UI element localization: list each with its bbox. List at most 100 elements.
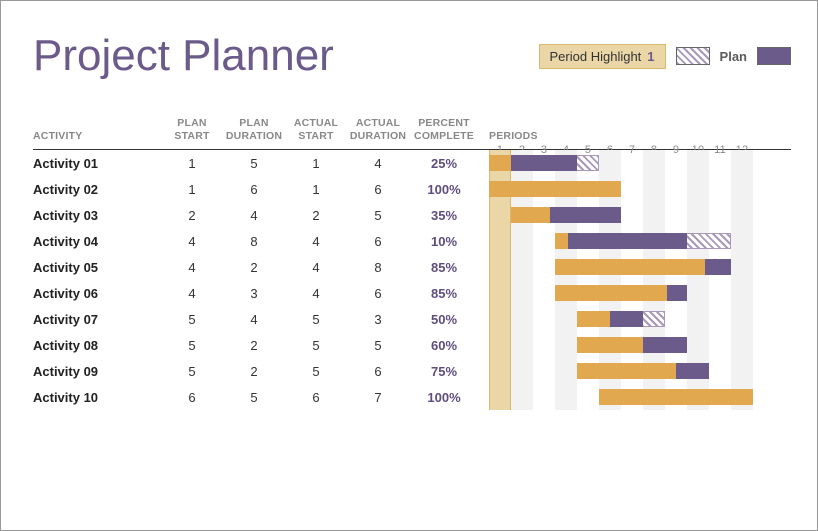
percent-complete: 100%	[411, 390, 477, 405]
percent-complete: 35%	[411, 208, 477, 223]
complete-bar	[577, 337, 643, 353]
plan-duration: 4	[221, 208, 287, 223]
col-plan-start: PLAN START	[163, 117, 221, 143]
actual-duration: 4	[345, 156, 411, 171]
complete-bar	[599, 389, 753, 405]
actual-start: 4	[287, 260, 345, 275]
gantt-chart	[489, 150, 753, 410]
table-row: Activity 01151425%	[33, 150, 477, 176]
activity-name: Activity 05	[33, 260, 163, 275]
percent-complete: 50%	[411, 312, 477, 327]
table-row: Activity 05424885%	[33, 254, 477, 280]
activity-name: Activity 10	[33, 390, 163, 405]
plan-duration: 8	[221, 234, 287, 249]
percent-complete: 60%	[411, 338, 477, 353]
percent-complete: 100%	[411, 182, 477, 197]
plan-start: 5	[163, 338, 221, 353]
table-row: Activity 04484610%	[33, 228, 477, 254]
plan-start: 1	[163, 182, 221, 197]
complete-bar	[555, 285, 667, 301]
actual-duration: 5	[345, 208, 411, 223]
complete-bar	[511, 207, 550, 223]
actual-duration: 6	[345, 286, 411, 301]
gantt-row	[489, 384, 753, 410]
gantt-row	[489, 280, 753, 306]
gantt-row	[489, 358, 753, 384]
legend: Period Highlight 1 Plan	[539, 44, 791, 69]
actual-duration: 6	[345, 234, 411, 249]
activity-name: Activity 03	[33, 208, 163, 223]
activity-name: Activity 08	[33, 338, 163, 353]
plan-start: 4	[163, 286, 221, 301]
actual-duration: 6	[345, 182, 411, 197]
activity-name: Activity 04	[33, 234, 163, 249]
actual-duration: 6	[345, 364, 411, 379]
col-plan-duration: PLAN DURATION	[221, 117, 287, 143]
actual-duration: 7	[345, 390, 411, 405]
actual-duration: 8	[345, 260, 411, 275]
complete-bar	[489, 155, 511, 171]
actual-start: 1	[287, 156, 345, 171]
plan-duration: 5	[221, 390, 287, 405]
percent-complete: 75%	[411, 364, 477, 379]
actual-start: 2	[287, 208, 345, 223]
plan-start: 5	[163, 364, 221, 379]
complete-bar	[577, 311, 610, 327]
table-row: Activity 07545350%	[33, 306, 477, 332]
plan-label: Plan	[720, 49, 747, 64]
actual-start: 4	[287, 234, 345, 249]
table-header: ACTIVITY PLAN START PLAN DURATION ACTUAL…	[33, 117, 791, 150]
percent-complete: 85%	[411, 286, 477, 301]
table-row: Activity 08525560%	[33, 332, 477, 358]
actual-start: 5	[287, 312, 345, 327]
period-highlight-badge: Period Highlight 1	[539, 44, 666, 69]
plan-start: 4	[163, 234, 221, 249]
activity-name: Activity 09	[33, 364, 163, 379]
percent-complete: 10%	[411, 234, 477, 249]
plan-duration: 2	[221, 364, 287, 379]
percent-complete: 85%	[411, 260, 477, 275]
table-row: Activity 09525675%	[33, 358, 477, 384]
gantt-row	[489, 332, 753, 358]
period-highlight-value: 1	[647, 49, 654, 64]
complete-bar	[489, 181, 621, 197]
actual-duration: 5	[345, 338, 411, 353]
gantt-row	[489, 176, 753, 202]
complete-bar	[555, 233, 568, 249]
actual-start: 5	[287, 338, 345, 353]
plan-start: 1	[163, 156, 221, 171]
page-title: Project Planner	[33, 31, 334, 81]
activity-name: Activity 07	[33, 312, 163, 327]
plan-start: 5	[163, 312, 221, 327]
period-highlight-label: Period Highlight	[550, 49, 642, 64]
activity-name: Activity 01	[33, 156, 163, 171]
col-actual-start: ACTUAL START	[287, 117, 345, 143]
complete-bar	[555, 259, 705, 275]
activity-name: Activity 06	[33, 286, 163, 301]
data-rows: Activity 01151425%Activity 021616100%Act…	[33, 150, 477, 410]
gantt-row	[489, 306, 753, 332]
col-periods: PERIODS 123456789101112	[489, 130, 791, 143]
plan-duration: 3	[221, 286, 287, 301]
actual-start: 6	[287, 390, 345, 405]
actual-bar	[555, 233, 687, 249]
table-row: Activity 106567100%	[33, 384, 477, 410]
plan-start: 4	[163, 260, 221, 275]
actual-start: 1	[287, 182, 345, 197]
col-actual-duration: ACTUAL DURATION	[345, 117, 411, 143]
actual-swatch-icon	[757, 47, 791, 65]
plan-swatch-icon	[676, 47, 710, 65]
gantt-row	[489, 150, 753, 176]
gantt-row	[489, 202, 753, 228]
plan-duration: 5	[221, 156, 287, 171]
gantt-row	[489, 254, 753, 280]
percent-complete: 25%	[411, 156, 477, 171]
plan-duration: 6	[221, 182, 287, 197]
actual-duration: 3	[345, 312, 411, 327]
gantt-row	[489, 228, 753, 254]
actual-start: 4	[287, 286, 345, 301]
plan-duration: 2	[221, 338, 287, 353]
table-row: Activity 06434685%	[33, 280, 477, 306]
plan-start: 6	[163, 390, 221, 405]
col-activity: ACTIVITY	[33, 130, 163, 143]
